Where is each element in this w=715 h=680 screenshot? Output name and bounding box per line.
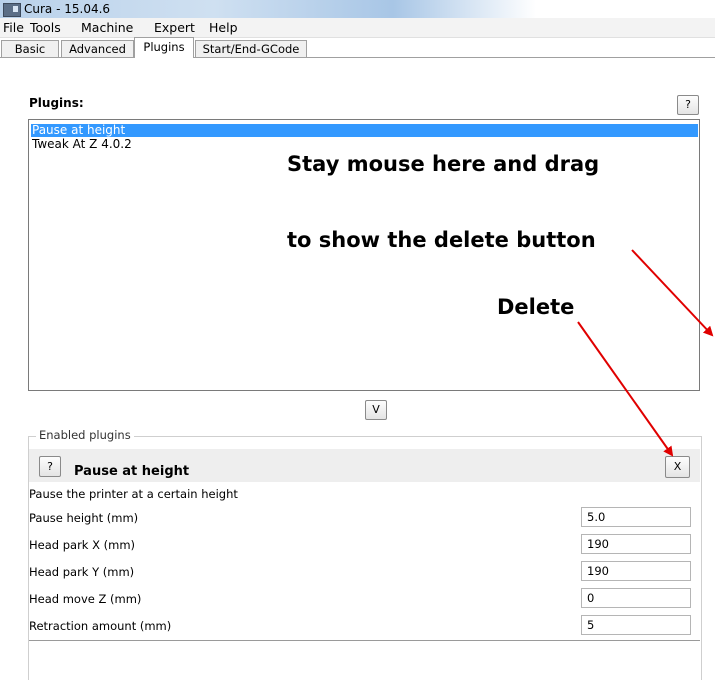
annotation-arrows: [577, 249, 714, 457]
delete-arrow: [577, 321, 674, 457]
drag-arrow: [631, 249, 714, 337]
tab-plugins[interactable]: Plugins: [134, 37, 194, 58]
